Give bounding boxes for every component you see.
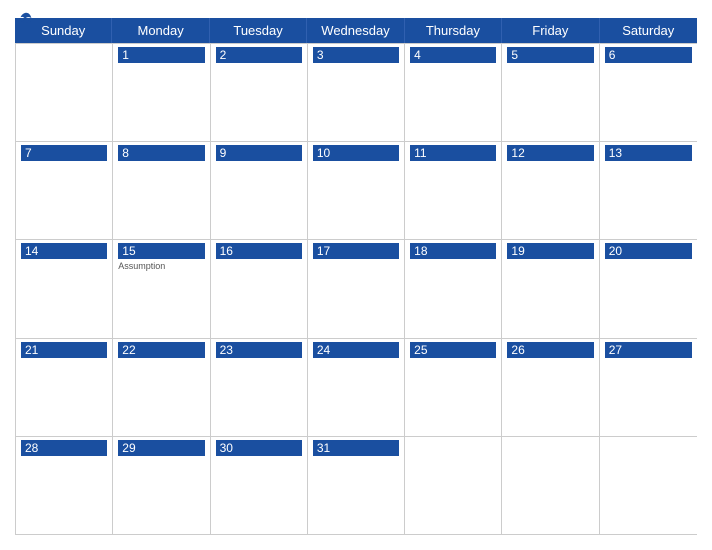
day-number: 30 [216,440,302,456]
week-row-5: 28 29 30 31 [16,436,697,534]
day-number: 24 [313,342,399,358]
day-number: 11 [410,145,496,161]
day-number: 23 [216,342,302,358]
day-number: 16 [216,243,302,259]
day-cell [502,437,599,534]
day-cell: 13 [600,142,697,239]
logo-bird-icon [17,10,35,28]
day-number: 22 [118,342,204,358]
day-header-friday: Friday [502,18,599,43]
day-number: 15 [118,243,204,259]
day-cell: 11 [405,142,502,239]
day-cell: 2 [211,44,308,141]
day-cell: 7 [16,142,113,239]
day-header-thursday: Thursday [405,18,502,43]
day-cell: 30 [211,437,308,534]
day-cell: 28 [16,437,113,534]
day-cell: 31 [308,437,405,534]
day-number: 6 [605,47,692,63]
day-number: 31 [313,440,399,456]
day-number: 18 [410,243,496,259]
day-number: 12 [507,145,593,161]
day-number: 14 [21,243,107,259]
day-number: 20 [605,243,692,259]
logo-blue-text [15,10,35,28]
day-cell: 16 [211,240,308,337]
day-number: 7 [21,145,107,161]
day-cell: 19 [502,240,599,337]
week-row-2: 789 10 11 12 13 [16,141,697,239]
day-number: 25 [410,342,496,358]
day-cell: 18 [405,240,502,337]
day-number: 4 [410,47,496,63]
day-cell [16,44,113,141]
day-cell: 20 [600,240,697,337]
day-number: 1 [118,47,204,63]
day-number: 8 [118,145,204,161]
week-row-1: 123456 [16,43,697,141]
day-number: 19 [507,243,593,259]
day-cell: 6 [600,44,697,141]
calendar-container: SundayMondayTuesdayWednesdayThursdayFrid… [0,0,712,550]
day-header-tuesday: Tuesday [210,18,307,43]
day-cell: 1 [113,44,210,141]
day-number: 28 [21,440,107,456]
day-cell: 23 [211,339,308,436]
day-cell: 4 [405,44,502,141]
day-cell: 24 [308,339,405,436]
day-cell: 29 [113,437,210,534]
day-cell: 9 [211,142,308,239]
day-cell [405,437,502,534]
day-cell: 10 [308,142,405,239]
day-cell: 21 [16,339,113,436]
day-number: 21 [21,342,107,358]
day-number: 10 [313,145,399,161]
day-headers: SundayMondayTuesdayWednesdayThursdayFrid… [15,18,697,43]
day-cell [600,437,697,534]
day-cell: 12 [502,142,599,239]
day-header-wednesday: Wednesday [307,18,404,43]
day-cell: 15 Assumption [113,240,210,337]
day-number: 5 [507,47,593,63]
day-header-saturday: Saturday [600,18,697,43]
weeks-container: 123456789101112131415Assumption161718192… [15,43,697,535]
day-number: 9 [216,145,302,161]
week-row-3: 14 15 Assumption 16 17 18 19 20 [16,239,697,337]
day-number: 2 [216,47,302,63]
day-number: 27 [605,342,692,358]
day-number: 17 [313,243,399,259]
day-cell: 26 [502,339,599,436]
logo [15,10,35,28]
day-cell: 5 [502,44,599,141]
day-cell: 17 [308,240,405,337]
day-number: 29 [118,440,204,456]
day-header-monday: Monday [112,18,209,43]
day-cell: 3 [308,44,405,141]
day-number: 26 [507,342,593,358]
day-cell: 22 [113,339,210,436]
day-cell: 27 [600,339,697,436]
calendar-grid: SundayMondayTuesdayWednesdayThursdayFrid… [15,18,697,535]
week-row-4: 21 22 23 24 25 26 27 [16,338,697,436]
day-number: 13 [605,145,692,161]
holiday-label: Assumption [118,261,204,272]
day-cell: 14 [16,240,113,337]
day-number: 3 [313,47,399,63]
day-cell: 8 [113,142,210,239]
day-cell: 25 [405,339,502,436]
